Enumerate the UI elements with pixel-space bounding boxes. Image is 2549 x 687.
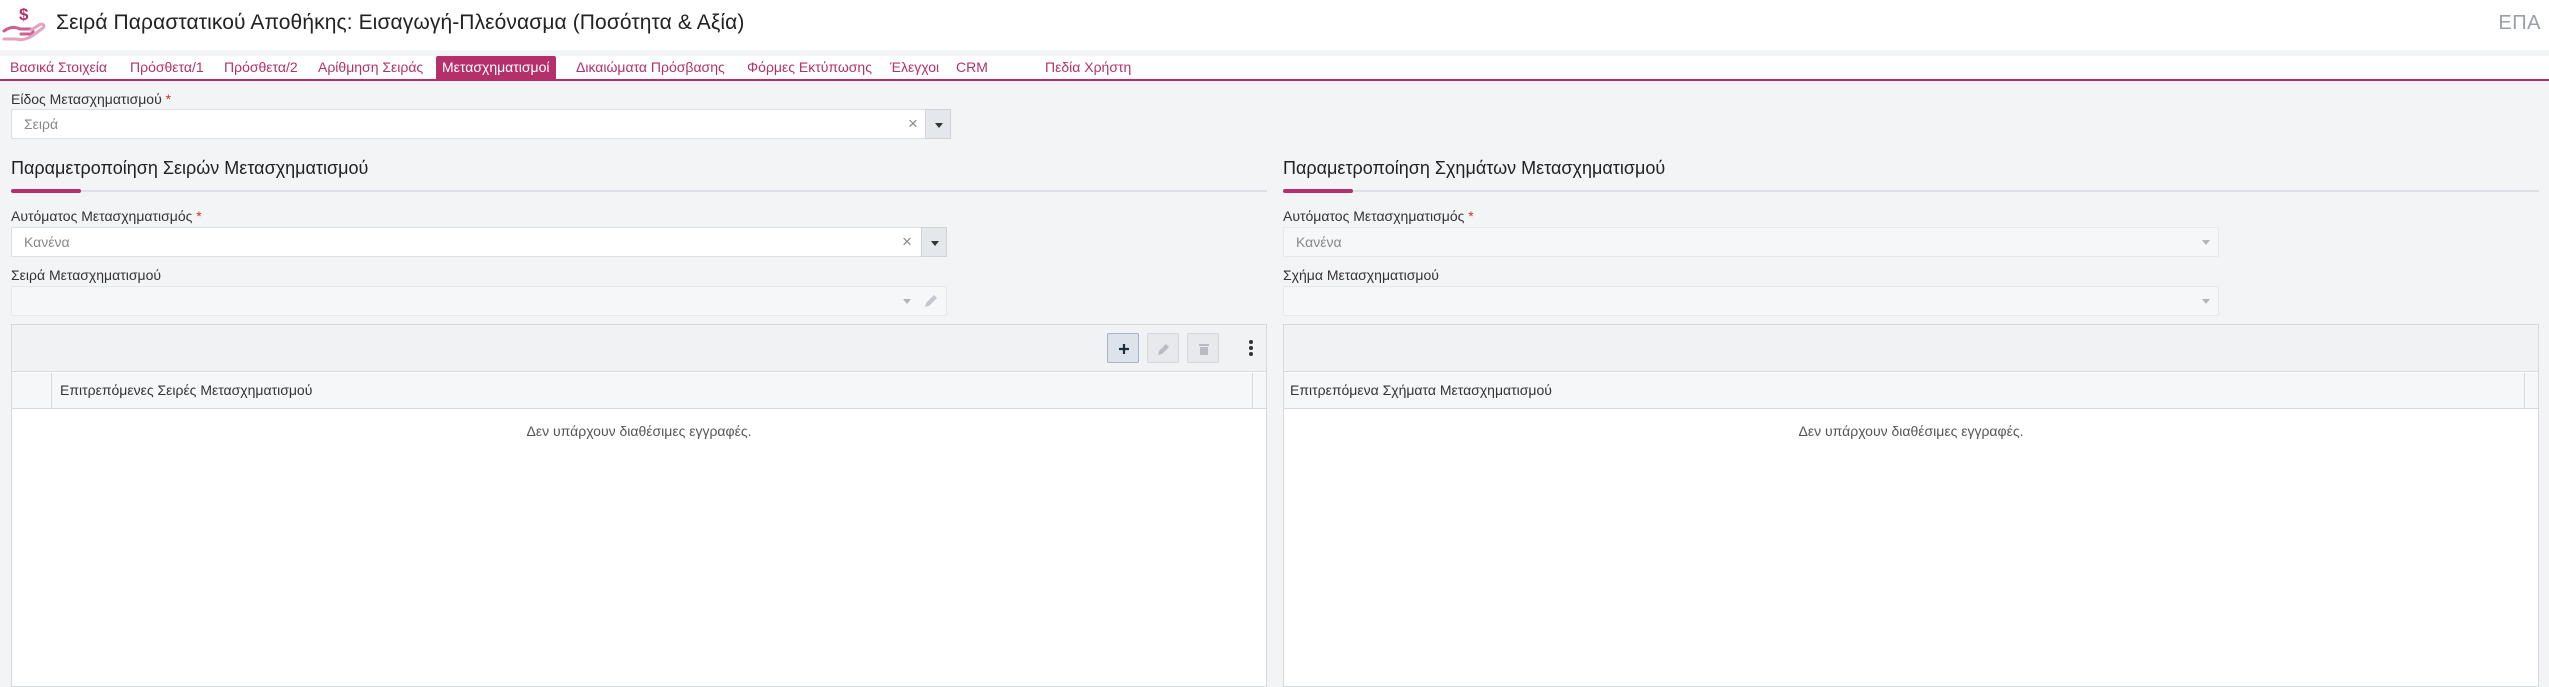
tab-print-forms[interactable]: Φόρμες Εκτύπωσης (747, 56, 872, 79)
section-accent (1283, 189, 1353, 193)
column-end (1252, 373, 1266, 409)
clear-icon[interactable]: × (908, 114, 918, 134)
select-column[interactable] (12, 373, 52, 409)
grid-header: Επιτρεπόμενα Σχήματα Μετασχηματισμού (1284, 373, 2538, 409)
series-section-title: Παραμετροποίηση Σειρών Μετασχηματισμού (11, 158, 369, 178)
auto-transform-value: Κανένα (24, 234, 70, 250)
empty-message: Δεν υπάρχουν διαθέσιμες εγγραφές. (526, 423, 752, 439)
clear-icon[interactable]: × (902, 232, 912, 252)
section-divider (1283, 190, 2539, 192)
pencil-icon (1158, 344, 1169, 355)
chevron-down-icon[interactable] (2193, 286, 2219, 316)
tab-access-rights[interactable]: Δικαιώματα Πρόσβασης (576, 56, 725, 79)
section-accent (11, 189, 81, 193)
tab-bar: Βασικά Στοιχεία Πρόσθετα/1 Πρόσθετα/2 Αρ… (0, 56, 2549, 81)
transform-type-select[interactable]: Σειρά × (11, 109, 951, 139)
more-options-icon[interactable] (1245, 336, 1257, 360)
column-header[interactable]: Επιτρεπόμενες Σειρές Μετασχηματισμού (60, 382, 312, 398)
transform-series-label: Σειρά Μετασχηματισμού (11, 267, 162, 283)
add-button[interactable] (1107, 333, 1139, 363)
chevron-down-icon[interactable] (925, 109, 951, 139)
transform-type-value: Σειρά (24, 116, 59, 132)
tab-series-numbering[interactable]: Αρίθμηση Σειράς (318, 56, 423, 79)
allowed-series-grid: Επιτρεπόμενες Σειρές Μετασχηματισμού Δεν… (11, 324, 1267, 687)
chevron-down-icon[interactable] (894, 286, 920, 316)
trash-icon (1199, 344, 1209, 355)
edit-button[interactable] (1147, 333, 1179, 363)
required-marker: * (196, 208, 202, 224)
tab-checks[interactable]: Έλεγχοι (890, 56, 939, 79)
auto-transform-select[interactable]: Κανένα × (11, 227, 947, 257)
tab-transformations[interactable]: Μετασχηματισμοί (436, 56, 556, 79)
tab-additional-1[interactable]: Πρόσθετα/1 (130, 56, 204, 79)
required-marker: * (165, 91, 172, 107)
auto-transform-label: Αυτόματος Μετασχηματισμός * (1283, 208, 1474, 224)
delete-button[interactable] (1187, 333, 1219, 363)
tab-additional-2[interactable]: Πρόσθετα/2 (224, 56, 298, 79)
page-header: $ Σειρά Παραστατικού Αποθήκης: Εισαγωγή-… (0, 0, 2549, 50)
column-header[interactable]: Επιτρεπόμενα Σχήματα Μετασχηματισμού (1290, 382, 1552, 398)
plus-icon (1119, 344, 1129, 354)
grid-toolbar (12, 325, 1266, 372)
transform-series-select[interactable] (11, 286, 947, 316)
page-title: Σειρά Παραστατικού Αποθήκης: Εισαγωγή-Πλ… (56, 11, 745, 34)
auto-transform-select[interactable]: Κανένα (1283, 227, 2219, 257)
edit-icon[interactable] (922, 292, 940, 310)
section-divider (11, 190, 1267, 192)
money-hand-icon: $ (2, 5, 46, 42)
grid-toolbar (1284, 325, 2538, 372)
transform-schema-select[interactable] (1283, 286, 2219, 316)
svg-text:$: $ (19, 5, 29, 24)
chevron-down-icon[interactable] (2193, 227, 2219, 257)
tab-crm[interactable]: CRM (956, 56, 988, 79)
header-code: ΕΠΑ (2498, 12, 2541, 34)
required-marker: * (1468, 208, 1474, 224)
transform-type-label: Είδος Μετασχηματισμού * (11, 91, 172, 107)
auto-transform-label: Αυτόματος Μετασχηματισμός * (11, 208, 202, 224)
chevron-down-icon[interactable] (921, 227, 947, 257)
allowed-schemas-grid: Επιτρεπόμενα Σχήματα Μετασχηματισμού Δεν… (1283, 324, 2539, 687)
grid-header: Επιτρεπόμενες Σειρές Μετασχηματισμού (12, 373, 1266, 409)
column-end (2524, 373, 2538, 409)
auto-transform-value: Κανένα (1296, 234, 1342, 250)
schema-section-title: Παραμετροποίηση Σχημάτων Μετασχηματισμού (1283, 158, 1666, 178)
transform-schema-label: Σχήμα Μετασχηματισμού (1283, 267, 1439, 283)
tab-user-fields[interactable]: Πεδία Χρήστη (1045, 56, 1131, 79)
tab-basic-info[interactable]: Βασικά Στοιχεία (10, 56, 107, 79)
empty-message: Δεν υπάρχουν διαθέσιμες εγγραφές. (1798, 423, 2024, 439)
